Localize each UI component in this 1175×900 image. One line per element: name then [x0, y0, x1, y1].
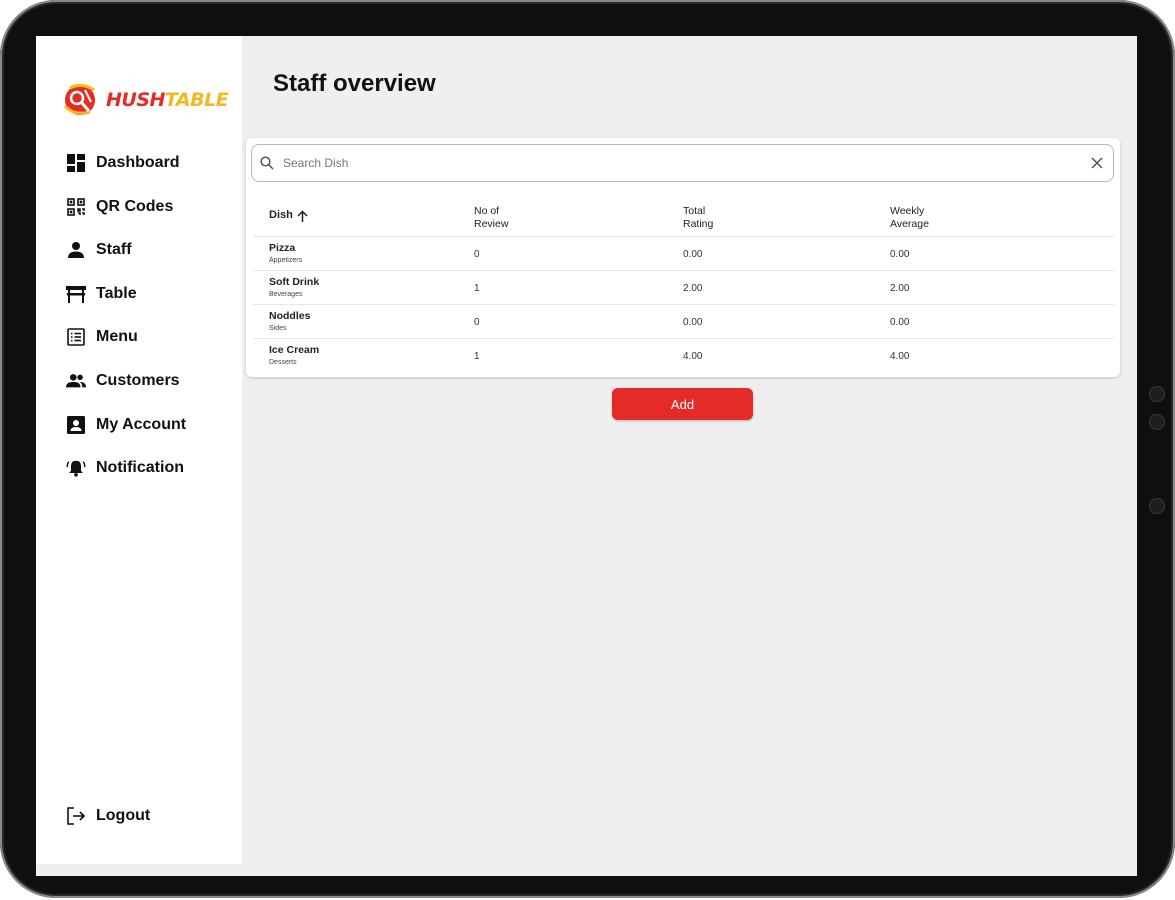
table-row[interactable]: Noddles Sides 0 0.00 0.00 — [253, 305, 1114, 339]
review-count: 0 — [474, 249, 480, 260]
column-header-total-line2: Rating — [683, 218, 714, 230]
column-header-reviews[interactable]: No of Review — [474, 205, 508, 231]
brand-name: HUSHTABLE — [106, 89, 229, 111]
review-count: 0 — [474, 317, 480, 328]
column-header-total-line1: Total — [683, 205, 706, 217]
dish-table-card: Dish No of Review Total Rating Weekly Av… — [246, 138, 1120, 377]
logout-label: Logout — [96, 807, 151, 824]
tablet-frame: HUSHTABLE Dashboard QR Codes Staff Table… — [0, 0, 1175, 898]
group-icon — [66, 371, 86, 391]
table-row[interactable]: Ice Cream Desserts 1 4.00 4.00 — [253, 339, 1114, 372]
column-header-reviews-line1: No of — [474, 205, 500, 217]
sidebar-item-my-account[interactable]: My Account — [66, 414, 186, 436]
sidebar-item-label: Dashboard — [96, 154, 180, 171]
add-button[interactable]: Add — [612, 388, 753, 420]
clear-search-icon[interactable] — [1089, 155, 1105, 171]
column-header-weekly-average[interactable]: Weekly Average — [890, 205, 929, 231]
table-row[interactable]: Pizza Appetizers 0 0.00 0.00 — [253, 237, 1114, 271]
sidebar-item-table[interactable]: Table — [66, 283, 186, 305]
app-screen: HUSHTABLE Dashboard QR Codes Staff Table… — [36, 36, 1137, 876]
sidebar-item-staff[interactable]: Staff — [66, 239, 186, 261]
dish-category: Beverages — [269, 291, 303, 298]
weekly-average: 0.00 — [890, 317, 910, 328]
dish-name: Pizza — [269, 242, 296, 254]
sidebar-item-label: Staff — [96, 241, 132, 259]
logout-icon — [66, 806, 86, 826]
sidebar-nav: Dashboard QR Codes Staff Table Menu Cust… — [66, 152, 186, 501]
brand-logo: HUSHTABLE — [60, 80, 229, 120]
camera-dot — [1149, 498, 1165, 514]
sidebar-item-customers[interactable]: Customers — [66, 370, 186, 392]
weekly-average: 4.00 — [890, 351, 910, 362]
dish-category: Appetizers — [269, 257, 303, 264]
weekly-average: 2.00 — [890, 283, 910, 294]
sidebar-item-label: QR Codes — [96, 197, 174, 215]
column-header-weekly-line2: Average — [890, 218, 929, 230]
table-header: Dish No of Review Total Rating Weekly Av… — [253, 196, 1114, 237]
total-rating: 2.00 — [683, 283, 703, 294]
total-rating: 0.00 — [683, 249, 703, 260]
table-icon — [66, 284, 86, 304]
sidebar-item-menu[interactable]: Menu — [66, 326, 186, 348]
search-input[interactable] — [281, 155, 1089, 171]
brand-name-table: TABLE — [164, 89, 229, 111]
sidebar-item-label: Customers — [96, 371, 180, 389]
sidebar-item-label: My Account — [96, 415, 187, 433]
person-icon — [66, 240, 86, 260]
dish-name: Soft Drink — [269, 276, 320, 288]
sidebar-item-label: Notification — [96, 459, 184, 477]
search-bar — [251, 144, 1114, 182]
table-row[interactable]: Soft Drink Beverages 1 2.00 2.00 — [253, 271, 1114, 305]
sort-ascending-icon — [297, 209, 308, 222]
weekly-average: 0.00 — [890, 249, 910, 260]
logout-button[interactable]: Logout — [66, 806, 150, 826]
menu-list-icon — [66, 327, 86, 347]
column-header-reviews-line2: Review — [474, 218, 509, 230]
page-title: Staff overview — [273, 70, 436, 97]
review-count: 1 — [474, 283, 480, 294]
column-header-dish[interactable]: Dish — [269, 209, 308, 222]
account-box-icon — [66, 415, 86, 435]
qr-code-icon — [66, 197, 86, 217]
search-icon — [260, 156, 276, 170]
dashboard-icon — [66, 153, 86, 173]
total-rating: 0.00 — [683, 317, 703, 328]
column-header-total-rating[interactable]: Total Rating — [683, 205, 713, 231]
column-header-dish-label: Dish — [269, 209, 293, 221]
sidebar-item-label: Menu — [96, 328, 138, 346]
brand-name-hush: HUSH — [106, 89, 165, 111]
sidebar-item-label: Table — [96, 284, 137, 302]
dish-name: Noddles — [269, 310, 311, 322]
dish-category: Desserts — [269, 359, 297, 366]
camera-dot — [1149, 386, 1165, 402]
camera-dot — [1149, 414, 1165, 430]
sidebar-item-qr-codes[interactable]: QR Codes — [66, 196, 186, 218]
sidebar: HUSHTABLE Dashboard QR Codes Staff Table… — [36, 36, 242, 864]
logo-icon — [63, 83, 95, 115]
bell-icon — [66, 458, 86, 478]
total-rating: 4.00 — [683, 351, 703, 362]
dish-name: Ice Cream — [269, 344, 320, 356]
dish-category: Sides — [269, 325, 287, 332]
review-count: 1 — [474, 351, 480, 362]
column-header-weekly-line1: Weekly — [890, 205, 925, 217]
sidebar-item-notification[interactable]: Notification — [66, 457, 186, 479]
sidebar-item-dashboard[interactable]: Dashboard — [66, 152, 186, 174]
